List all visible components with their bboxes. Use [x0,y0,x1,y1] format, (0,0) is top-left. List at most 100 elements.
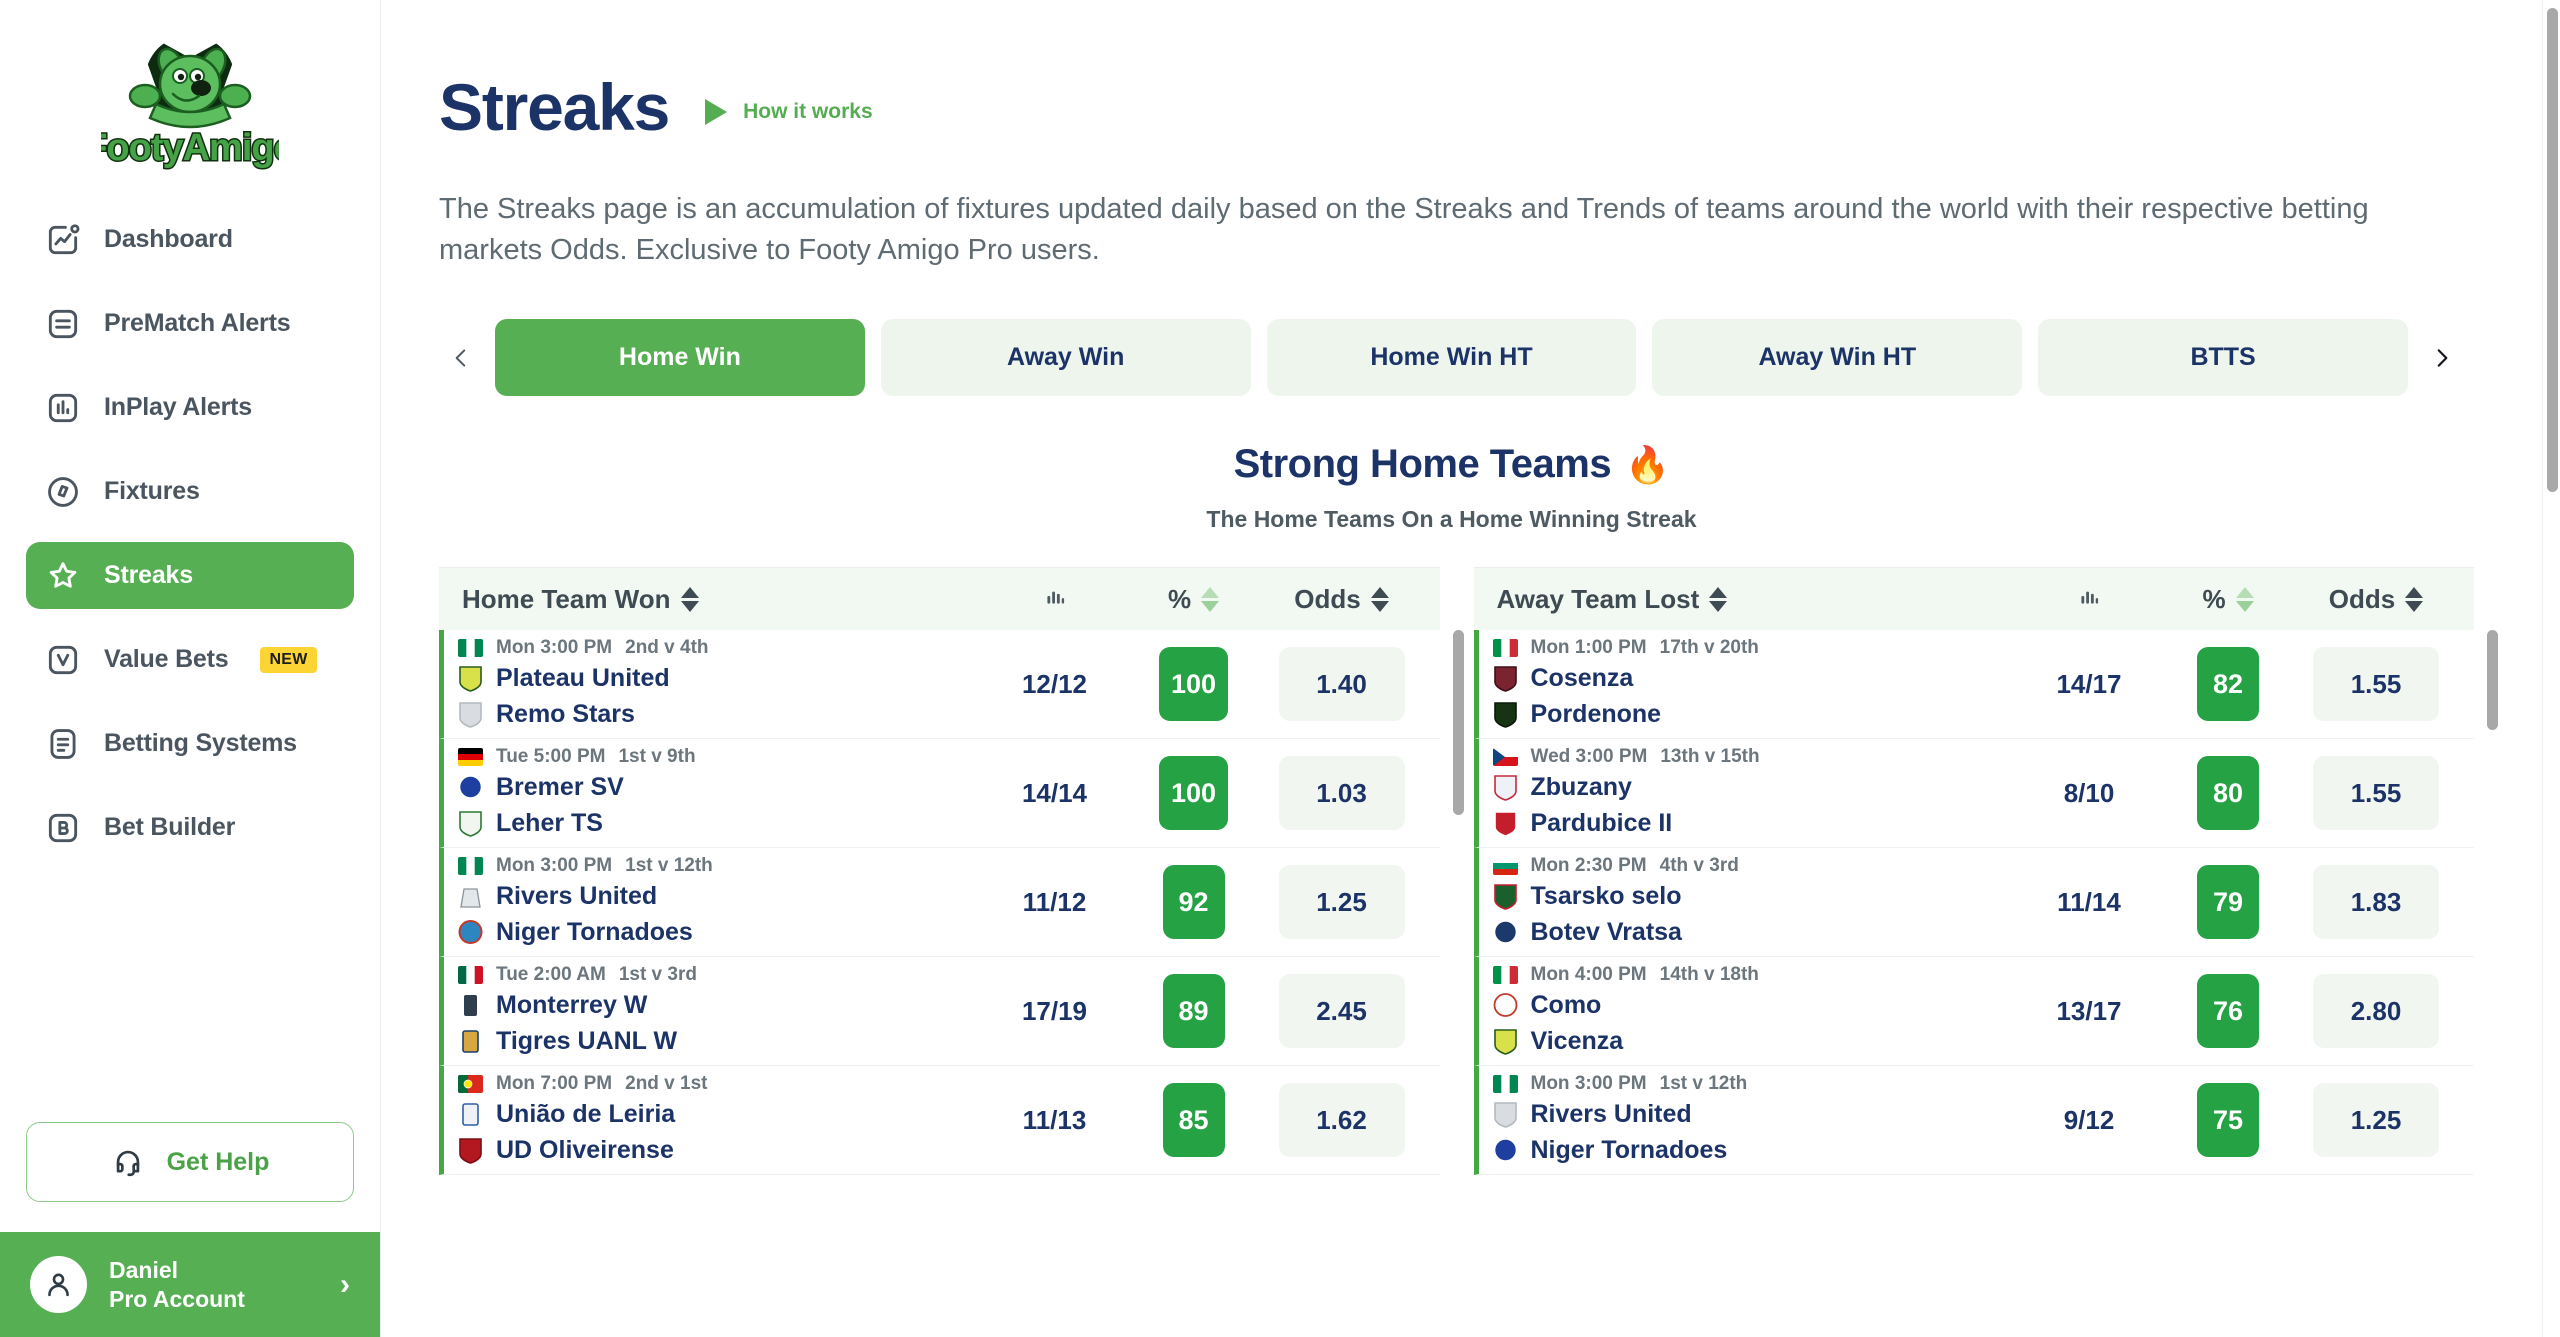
odds-badge[interactable]: 1.03 [1278,756,1405,831]
odds-badge[interactable]: 2.45 [1278,974,1405,1049]
row-odds-cell[interactable]: 1.03 [1258,756,1426,831]
odds-badge[interactable]: 1.83 [2313,865,2439,940]
sidebar-item-inplay-alerts[interactable]: InPlay Alerts [26,374,354,441]
club-crest-icon [1493,883,1518,911]
row-away-team: Pardubice II [1493,807,2015,840]
table-row[interactable]: Mon 3:00 PM 2nd v 4th Plateau United Remo S… [439,630,1440,740]
tabs-prev-arrow[interactable] [439,340,483,376]
row-odds-cell[interactable]: 1.25 [1258,865,1426,940]
tab-label: BTTS [2190,343,2256,372]
sidebar-item-betting-systems[interactable]: Betting Systems [26,710,354,777]
odds-badge[interactable]: 2.80 [2313,974,2439,1049]
home-team-name: Cosenza [1530,664,1634,693]
sort-toggle-icon[interactable] [2235,586,2254,612]
sidebar-item-bet-builder[interactable]: Bet Builder [26,794,354,861]
row-odds-cell[interactable]: 1.62 [1258,1083,1426,1158]
table-scrollbar-thumb[interactable] [2487,630,2498,731]
tab-home-win-ht[interactable]: Home Win HT [1266,319,1637,397]
chevron-right-icon[interactable]: › [340,1269,350,1300]
odds-badge[interactable]: 1.62 [1278,1083,1405,1158]
table-scrollbar[interactable] [1452,630,1464,1010]
page-scrollbar[interactable] [2542,0,2560,1337]
row-odds-cell[interactable]: 1.55 [2292,756,2460,831]
row-odds-cell[interactable]: 2.80 [2292,974,2460,1049]
row-odds-cell[interactable]: 1.55 [2292,647,2460,722]
table-row[interactable]: Mon 4:00 PM 14th v 18th Como Vicenza 13/17 76… [1473,957,2474,1067]
get-help-button[interactable]: Get Help [26,1122,354,1202]
row-record: 14/17 [2056,668,2122,699]
sidebar-item-value-bets[interactable]: Value Bets NEW [26,626,354,693]
column-header-label: Away Team Lost [1496,583,1700,614]
column-header-away-team-lost[interactable]: Away Team Lost [1488,584,2015,615]
table-row[interactable]: Mon 2:30 PM 4th v 3rd Tsarsko selo Botev Vr… [1473,848,2474,958]
how-it-works-button[interactable]: How it works [705,89,873,125]
sidebar-item-prematch-alerts[interactable]: PreMatch Alerts [26,290,354,357]
table-row[interactable]: Mon 1:00 PM 17th v 20th Cosenza Pordenone 14… [1473,630,2474,740]
away-team-name: Vicenza [1530,1027,1624,1056]
row-meta: Mon 7:00 PM 2nd v 1st [458,1073,980,1095]
odds-badge[interactable]: 1.40 [1278,647,1405,722]
sidebar-item-fixtures[interactable]: Fixtures [26,458,354,525]
tab-away-win-ht[interactable]: Away Win HT [1652,319,2023,397]
odds-badge[interactable]: 1.55 [2313,647,2439,722]
column-header-odds[interactable]: Odds [2292,584,2460,615]
table-row[interactable]: Tue 5:00 PM 1st v 9th Bremer SV Leher TS 14/… [439,739,1440,849]
sort-toggle-icon[interactable] [1201,586,1220,612]
sidebar-item-streaks[interactable]: Streaks [26,542,354,609]
table-row[interactable]: Mon 3:00 PM 1st v 12th Rivers United Niger … [1473,1066,2474,1176]
row-kickoff-time: Mon 3:00 PM [496,855,613,877]
column-header-label: Odds [1294,583,1361,614]
row-odds-cell[interactable]: 1.83 [2292,865,2460,940]
tab-label: Home Win [618,343,741,372]
table-scrollbar[interactable] [2487,630,2498,1010]
table-row[interactable]: Tue 2:00 AM 1st v 3rd Monterrey W Tigres UA… [439,957,1440,1067]
sort-toggle-icon[interactable] [1709,586,1728,612]
home-team-name: Rivers United [1530,1100,1692,1129]
account-card[interactable]: Daniel Pro Account › [0,1232,380,1337]
streaks-tables: Home Team Won % Odds Mon 3:00 PM 2nd v 4… [439,567,2498,1176]
club-crest-icon [458,1137,483,1165]
tab-label: Away Win HT [1758,343,1917,372]
page-title: Streaks [439,70,670,144]
sidebar-item-dashboard[interactable]: Dashboard [26,206,354,273]
tabs-next-arrow[interactable] [2420,340,2464,376]
account-plan: Pro Account [109,1285,245,1312]
row-odds-cell[interactable]: 1.40 [1258,647,1426,722]
row-percent-cell: 79 [2164,865,2292,940]
page-scrollbar-thumb[interactable] [2547,8,2558,492]
percent-badge: 92 [1162,865,1225,940]
column-header-odds[interactable]: Odds [1258,584,1426,615]
column-header-percent[interactable]: % [2164,584,2292,615]
row-odds-cell[interactable]: 1.25 [2292,1083,2460,1158]
sort-toggle-icon[interactable] [2405,586,2424,612]
odds-badge[interactable]: 1.25 [2313,1083,2439,1158]
row-fixture: Tue 5:00 PM 1st v 9th Bremer SV Leher TS [444,746,980,840]
odds-badge[interactable]: 1.25 [1278,865,1405,940]
sort-toggle-icon[interactable] [1370,586,1389,612]
row-away-team: Niger Tornadoes [1493,1134,2015,1167]
row-fixture: Tue 2:00 AM 1st v 3rd Monterrey W Tigres UA… [444,964,980,1058]
column-header-percent[interactable]: % [1130,584,1258,615]
table-scrollbar-thumb[interactable] [1452,630,1464,816]
sort-toggle-icon[interactable] [680,586,699,612]
tab-home-win[interactable]: Home Win [495,319,865,397]
table-row[interactable]: Mon 7:00 PM 2nd v 1st União de Leiria UD Ol… [439,1066,1440,1176]
odds-badge[interactable]: 1.55 [2313,756,2439,831]
headset-icon [111,1145,145,1179]
row-record: 12/12 [1021,668,1088,699]
row-odds-cell[interactable]: 2.45 [1258,974,1426,1049]
table-row[interactable]: Wed 3:00 PM 13th v 15th Zbuzany Pardubice I… [1473,739,2474,849]
tab-away-win[interactable]: Away Win [880,319,1251,397]
away-team-name: Leher TS [496,809,603,838]
column-header-home-team-won[interactable]: Home Team Won [453,584,980,615]
brand-logo[interactable]: FootyAmigo [0,0,380,206]
home-team-name: União de Leiria [496,1100,676,1129]
table-body: Mon 1:00 PM 17th v 20th Cosenza Pordenone 14… [1473,630,2474,1176]
table-row[interactable]: Mon 3:00 PM 1st v 12th Rivers United Niger … [439,848,1440,958]
away-team-name: Pardubice II [1530,809,1673,838]
row-record: 17/19 [1021,995,1088,1026]
column-header-label: % [2202,583,2226,614]
flag-bulgaria-icon [1492,857,1518,876]
tab-btts[interactable]: BTTS [2038,319,2408,397]
row-league-positions: 1st v 12th [625,855,713,877]
